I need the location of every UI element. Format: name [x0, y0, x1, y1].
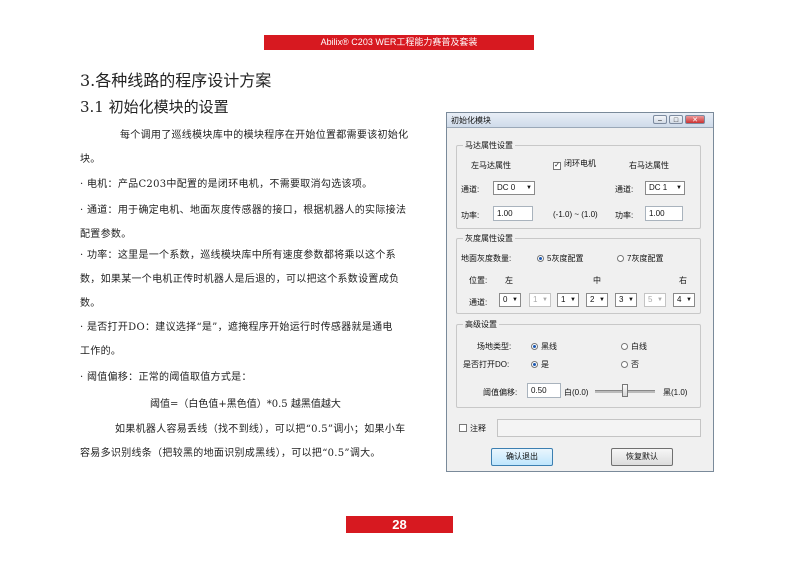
- right-power-input[interactable]: 1.00: [645, 206, 683, 221]
- chevron-down-icon: ▼: [676, 185, 682, 191]
- gray-channel-select-7[interactable]: 4 ▼: [673, 293, 695, 307]
- offset-black-end: 黑(1.0): [663, 388, 688, 397]
- paragraph-power: · 功率：这里是一个系数，巡线模块库中所有速度参数都将乘以这个系 数，如果某一个…: [80, 250, 400, 309]
- checkbox-empty-icon: [459, 424, 467, 432]
- radio-empty-icon: [621, 343, 628, 350]
- right-motor-title: 右马达属性: [629, 161, 669, 170]
- dialog-title: 初始化模块: [451, 116, 491, 125]
- radio-selected-icon: [531, 343, 538, 350]
- gray-channel-label: 通道:: [469, 298, 488, 307]
- gray5-radio[interactable]: 5灰度配置: [537, 253, 583, 264]
- offset-input[interactable]: 0.50: [527, 383, 561, 398]
- header-title: Abilix® C203 WER工程能力赛普及套装: [320, 37, 478, 47]
- power-range-hint: (-1.0) ~ (1.0): [553, 210, 598, 219]
- radio-empty-icon: [621, 361, 628, 368]
- position-left: 左: [505, 276, 513, 285]
- init-module-dialog: 初始化模块 – □ ✕ 马达属性设置 左马达属性 ✓ 闭环电机 右马达属性 通道:…: [446, 112, 714, 472]
- offset-slider-thumb[interactable]: [622, 384, 628, 397]
- gray-channel-select-5[interactable]: 3 ▼: [615, 293, 637, 307]
- advanced-group-title: 高级设置: [463, 319, 499, 330]
- note-label: 注释: [470, 424, 486, 433]
- chevron-down-icon: ▼: [628, 297, 634, 303]
- advanced-group: 高级设置 场地类型: 黑线 白线 是否打开DO: 是 否 阈值偏移: 0.50 …: [456, 319, 701, 408]
- motor-group: 马达属性设置 左马达属性 ✓ 闭环电机 右马达属性 通道: DC 0 ▼ 通道: D…: [456, 140, 701, 229]
- field-type-label: 场地类型:: [477, 342, 512, 351]
- left-channel-select[interactable]: DC 0 ▼: [493, 181, 535, 195]
- right-power-label: 功率:: [615, 211, 634, 220]
- threshold-formula: 阈值=（白色值+黑色值）*0.5 越黑值越大: [150, 399, 341, 410]
- closed-loop-label: 闭环电机: [564, 159, 596, 168]
- gray-group: 灰度属性设置 地面灰度数量: 5灰度配置 7灰度配置 位置: 左 中 右 通道:…: [456, 233, 701, 314]
- chevron-down-icon: ▼: [686, 297, 692, 303]
- white-line-radio[interactable]: 白线: [621, 341, 647, 352]
- right-channel-select[interactable]: DC 1 ▼: [645, 181, 685, 195]
- gray7-radio[interactable]: 7灰度配置: [617, 253, 663, 264]
- chevron-down-icon: ▼: [599, 297, 605, 303]
- gray-channel-select-6[interactable]: 5 ▼: [644, 293, 666, 307]
- position-middle: 中: [593, 276, 601, 285]
- left-channel-label: 通道:: [461, 185, 480, 194]
- chevron-down-icon: ▼: [512, 297, 518, 303]
- gray-group-title: 灰度属性设置: [463, 233, 515, 244]
- radio-empty-icon: [617, 255, 624, 262]
- do-no-radio[interactable]: 否: [621, 359, 639, 370]
- header-bar: Abilix® C203 WER工程能力赛普及套装: [264, 35, 534, 50]
- checkmark-icon: ✓: [553, 162, 561, 170]
- radio-selected-icon: [537, 255, 544, 262]
- maximize-icon[interactable]: □: [669, 115, 683, 124]
- chevron-down-icon: ▼: [542, 297, 548, 303]
- gray-channel-select-1[interactable]: 0 ▼: [499, 293, 521, 307]
- position-right: 右: [679, 276, 687, 285]
- reset-default-button[interactable]: 恢复默认: [611, 448, 673, 466]
- close-icon[interactable]: ✕: [685, 115, 705, 124]
- right-channel-label: 通道:: [615, 185, 634, 194]
- gray-channel-select-4[interactable]: 2 ▼: [586, 293, 608, 307]
- left-motor-title: 左马达属性: [471, 161, 511, 170]
- radio-selected-icon: [531, 361, 538, 368]
- position-label: 位置:: [469, 276, 488, 285]
- paragraph-tuning: 如果机器人容易丢线（找不到线），可以把“0.5”调小；如果小车 容易多识别线条（…: [80, 424, 406, 459]
- section-heading: 3.各种线路的程序设计方案: [80, 71, 272, 90]
- paragraph-offset: · 阈值偏移：正常的阈值取值方式是：: [80, 372, 252, 383]
- closed-loop-checkbox[interactable]: ✓ 闭环电机: [553, 158, 596, 170]
- subsection-heading: 3.1 初始化模块的设置: [80, 98, 229, 116]
- chevron-down-icon: ▼: [570, 297, 576, 303]
- note-checkbox[interactable]: 注释: [459, 423, 486, 434]
- chevron-down-icon: ▼: [657, 297, 663, 303]
- dialog-titlebar: 初始化模块 – □ ✕: [447, 113, 713, 128]
- note-input[interactable]: [497, 419, 701, 437]
- gray-channel-select-3[interactable]: 1 ▼: [557, 293, 579, 307]
- left-power-input[interactable]: 1.00: [493, 206, 533, 221]
- paragraph-do: · 是否打开DO：建议选择“是”，遮掩程序开始运行时传感器就是通电 工作的。: [80, 322, 393, 357]
- motor-group-title: 马达属性设置: [463, 140, 515, 151]
- do-label: 是否打开DO:: [463, 360, 510, 369]
- minimize-icon[interactable]: –: [653, 115, 667, 124]
- paragraph-intro: 每个调用了巡线模块库中的模块程序在开始位置都需要该初始化 块。: [80, 130, 409, 165]
- page-number: 28: [346, 516, 453, 533]
- do-yes-radio[interactable]: 是: [531, 359, 549, 370]
- paragraph-motor: · 电机：产品C203中配置的是闭环电机，不需要取消勾选该项。: [80, 179, 373, 190]
- offset-white-end: 白(0.0): [564, 388, 589, 397]
- gray-channel-select-2[interactable]: 1 ▼: [529, 293, 551, 307]
- paragraph-channel: · 通道：用于确定电机、地面灰度传感器的接口，根据机器人的实际接法 配置参数。: [80, 205, 407, 240]
- chevron-down-icon: ▼: [526, 185, 532, 191]
- gray-count-label: 地面灰度数量:: [461, 254, 512, 263]
- offset-label: 阈值偏移:: [483, 388, 518, 397]
- left-power-label: 功率:: [461, 211, 480, 220]
- black-line-radio[interactable]: 黑线: [531, 341, 557, 352]
- confirm-exit-button[interactable]: 确认退出: [491, 448, 553, 466]
